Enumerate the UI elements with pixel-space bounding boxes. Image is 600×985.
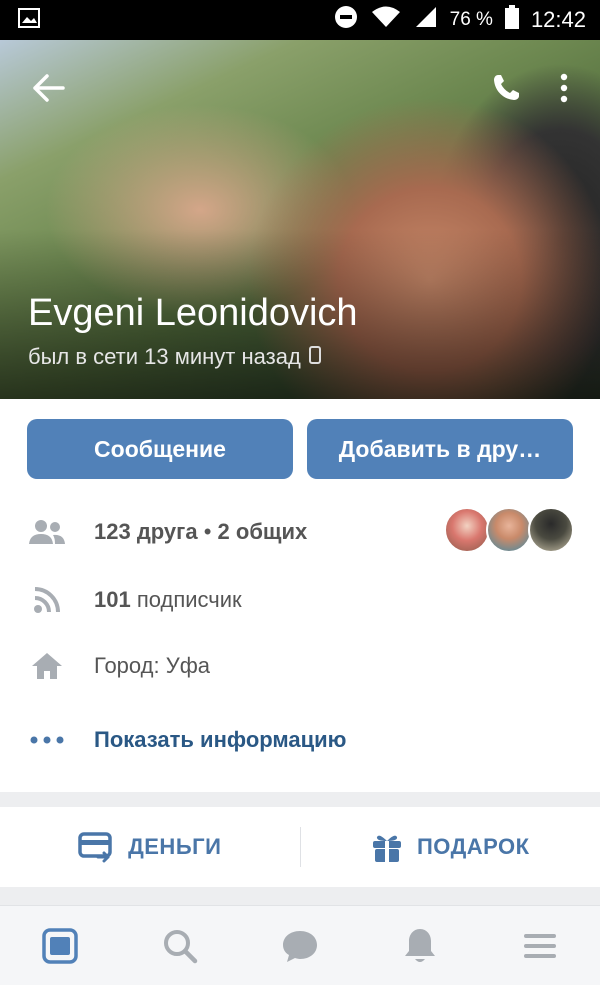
status-bar: 76 % 12:42 (0, 0, 600, 40)
show-info-link[interactable]: Показать информацию (94, 727, 346, 753)
bottom-navigation (0, 905, 600, 985)
nav-menu[interactable] (510, 916, 570, 976)
news-icon (42, 927, 78, 964)
messages-icon (283, 930, 317, 962)
more-button[interactable] (552, 64, 576, 112)
avatar (528, 507, 574, 553)
friends-count: 123 друга (94, 519, 198, 544)
money-label: ДЕНЬГИ (128, 834, 222, 859)
avatar (486, 507, 532, 553)
nav-messages[interactable] (270, 916, 330, 976)
battery-percent: 76 % (449, 9, 493, 30)
followers-count: 101 (94, 587, 131, 612)
wifi-icon (370, 5, 402, 35)
friends-separator: • (203, 519, 212, 544)
money-transfer-icon (78, 832, 112, 863)
phone-icon (494, 75, 519, 100)
profile-cover[interactable]: Evgeni Leonidovich был в сети 13 минут н… (0, 40, 600, 399)
more-horizontal-icon (28, 721, 66, 759)
gift-label: ПОДАРОК (416, 834, 530, 859)
followers-row[interactable]: 101 подписчик (28, 580, 578, 620)
more-vertical-icon (560, 73, 568, 103)
nav-search[interactable] (150, 916, 210, 976)
followers-text: 101 подписчик (94, 587, 242, 613)
nav-news[interactable] (30, 916, 90, 976)
do-not-disturb-icon (334, 5, 358, 35)
gift-button[interactable]: ПОДАРОК (301, 831, 600, 863)
avatar (444, 507, 490, 553)
profile-toolbar (0, 40, 600, 136)
profile-name: Evgeni Leonidovich (28, 292, 358, 334)
back-arrow-icon (33, 74, 65, 102)
rss-icon (28, 581, 66, 619)
clock: 12:42 (530, 7, 586, 32)
money-button[interactable]: ДЕНЬГИ (0, 831, 300, 863)
notifications-icon (405, 928, 435, 962)
home-icon (28, 647, 66, 685)
mutual-friends-avatars[interactable] (444, 507, 574, 553)
back-button[interactable] (24, 64, 72, 112)
followers-label: подписчик (136, 587, 242, 612)
message-button[interactable]: Сообщение (27, 419, 293, 479)
call-button[interactable] (482, 64, 530, 112)
nav-notifications[interactable] (390, 916, 450, 976)
menu-icon (524, 933, 556, 958)
friends-text: 123 друга • 2 общих (94, 519, 307, 545)
last-seen-status: был в сети 13 минут назад (28, 344, 321, 370)
city-row: Город: Уфа (28, 646, 578, 686)
mobile-device-icon (308, 344, 321, 370)
extras-card: ДЕНЬГИ ПОДАРОК (0, 807, 600, 887)
battery-icon (504, 5, 519, 35)
city-text: Город: Уфа (94, 653, 211, 678)
signal-icon (414, 6, 438, 34)
gift-icon (372, 835, 401, 862)
show-info-row[interactable]: Показать информацию (28, 720, 578, 760)
profile-action-buttons: Сообщение Добавить в дру… (27, 419, 573, 479)
profile-info-card: Сообщение Добавить в дру… 123 друга • 2 … (0, 399, 600, 792)
friends-icon (28, 513, 66, 551)
last-seen-text: был в сети 13 минут назад (28, 344, 301, 369)
search-icon (164, 929, 198, 963)
add-friend-button[interactable]: Добавить в дру… (307, 419, 573, 479)
mutual-friends-count: 2 общих (217, 519, 308, 544)
image-icon (18, 7, 40, 33)
